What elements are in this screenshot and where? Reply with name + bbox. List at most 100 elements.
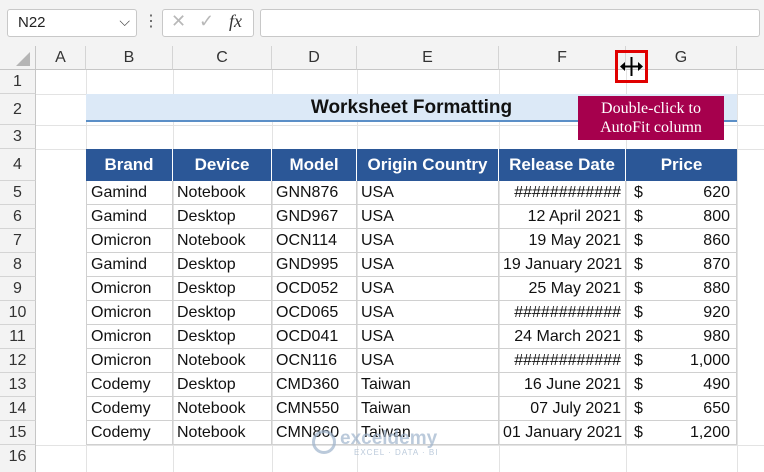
table-cell-date[interactable]: 01 January 2021 bbox=[499, 421, 626, 445]
row-header[interactable]: 12 bbox=[0, 349, 36, 373]
table-cell-model[interactable]: GND967 bbox=[272, 205, 357, 229]
row-header[interactable]: 5 bbox=[0, 181, 36, 205]
table-header-brand[interactable]: Brand bbox=[86, 149, 173, 181]
table-cell-country[interactable]: USA bbox=[357, 349, 499, 373]
table-cell-model[interactable]: CMN550 bbox=[272, 397, 357, 421]
row-header[interactable]: 4 bbox=[0, 149, 36, 181]
table-cell-date[interactable]: ############ bbox=[499, 181, 626, 205]
table-cell-country[interactable]: USA bbox=[357, 301, 499, 325]
column-header-next[interactable] bbox=[737, 46, 764, 70]
table-cell-device[interactable]: Desktop bbox=[173, 205, 272, 229]
row-header[interactable]: 11 bbox=[0, 325, 36, 349]
table-cell-model[interactable]: GND995 bbox=[272, 253, 357, 277]
table-cell-country[interactable]: Taiwan bbox=[357, 397, 499, 421]
table-cell-price[interactable]: $490 bbox=[626, 373, 737, 397]
row-header[interactable]: 6 bbox=[0, 205, 36, 229]
table-cell-price[interactable]: $620 bbox=[626, 181, 737, 205]
table-header-device[interactable]: Device bbox=[173, 149, 272, 181]
table-cell-device[interactable]: Desktop bbox=[173, 325, 272, 349]
table-cell-date[interactable]: 24 March 2021 bbox=[499, 325, 626, 349]
column-resize-cursor-icon[interactable] bbox=[619, 54, 644, 79]
cancel-icon[interactable]: ✕ bbox=[171, 11, 186, 32]
row-header[interactable]: 2 bbox=[0, 94, 36, 125]
table-cell-price[interactable]: $650 bbox=[626, 397, 737, 421]
insert-function-icon[interactable]: fx bbox=[229, 11, 242, 32]
column-header-c[interactable]: C bbox=[173, 46, 272, 70]
table-cell-device[interactable]: Notebook bbox=[173, 229, 272, 253]
row-header[interactable]: 13 bbox=[0, 373, 36, 397]
table-cell-model[interactable]: OCN116 bbox=[272, 349, 357, 373]
table-cell-date[interactable]: 19 January 2021 bbox=[499, 253, 626, 277]
table-cell-country[interactable]: USA bbox=[357, 229, 499, 253]
table-cell-brand[interactable]: Omicron bbox=[86, 277, 173, 301]
table-cell-date[interactable]: 07 July 2021 bbox=[499, 397, 626, 421]
table-cell-brand[interactable]: Gamind bbox=[86, 205, 173, 229]
table-header-price[interactable]: Price bbox=[626, 149, 737, 181]
table-cell-brand[interactable]: Gamind bbox=[86, 181, 173, 205]
table-cell-brand[interactable]: Codemy bbox=[86, 397, 173, 421]
row-header[interactable]: 10 bbox=[0, 301, 36, 325]
table-cell-country[interactable]: USA bbox=[357, 181, 499, 205]
table-cell-brand[interactable]: Omicron bbox=[86, 349, 173, 373]
table-cell-brand[interactable]: Codemy bbox=[86, 421, 173, 445]
table-header-release-date[interactable]: Release Date bbox=[499, 149, 626, 181]
table-cell-device[interactable]: Desktop bbox=[173, 253, 272, 277]
row-header[interactable]: 1 bbox=[0, 70, 36, 94]
table-cell-device[interactable]: Notebook bbox=[173, 349, 272, 373]
table-cell-brand[interactable]: Codemy bbox=[86, 373, 173, 397]
formula-input[interactable] bbox=[260, 9, 760, 37]
column-header-f[interactable]: F bbox=[499, 46, 626, 70]
table-cell-model[interactable]: OCD041 bbox=[272, 325, 357, 349]
row-header[interactable]: 9 bbox=[0, 277, 36, 301]
chevron-down-icon[interactable]: ⌵ bbox=[119, 13, 130, 30]
table-cell-date[interactable]: 25 May 2021 bbox=[499, 277, 626, 301]
table-cell-device[interactable]: Desktop bbox=[173, 301, 272, 325]
table-cell-device[interactable]: Notebook bbox=[173, 421, 272, 445]
table-cell-date[interactable]: ############ bbox=[499, 349, 626, 373]
row-header[interactable]: 3 bbox=[0, 125, 36, 149]
column-header-b[interactable]: B bbox=[86, 46, 173, 70]
table-cell-price[interactable]: $1,200 bbox=[626, 421, 737, 445]
table-header-model[interactable]: Model bbox=[272, 149, 357, 181]
table-cell-price[interactable]: $860 bbox=[626, 229, 737, 253]
select-all-corner[interactable] bbox=[0, 46, 36, 70]
table-cell-price[interactable]: $980 bbox=[626, 325, 737, 349]
table-cell-model[interactable]: OCD052 bbox=[272, 277, 357, 301]
name-box[interactable]: N22 ⌵ bbox=[7, 9, 137, 37]
table-cell-model[interactable]: CMD360 bbox=[272, 373, 357, 397]
table-cell-date[interactable]: 12 April 2021 bbox=[499, 205, 626, 229]
row-header[interactable]: 7 bbox=[0, 229, 36, 253]
table-header-origin-country[interactable]: Origin Country bbox=[357, 149, 499, 181]
table-cell-date[interactable]: ############ bbox=[499, 301, 626, 325]
row-header[interactable]: 8 bbox=[0, 253, 36, 277]
enter-icon[interactable]: ✓ bbox=[199, 11, 214, 32]
table-cell-model[interactable]: GNN876 bbox=[272, 181, 357, 205]
column-header-d[interactable]: D bbox=[272, 46, 357, 70]
table-cell-country[interactable]: USA bbox=[357, 277, 499, 301]
table-cell-device[interactable]: Notebook bbox=[173, 397, 272, 421]
table-cell-model[interactable]: OCN114 bbox=[272, 229, 357, 253]
table-cell-price[interactable]: $880 bbox=[626, 277, 737, 301]
table-cell-brand[interactable]: Omicron bbox=[86, 325, 173, 349]
table-cell-country[interactable]: USA bbox=[357, 325, 499, 349]
table-cell-brand[interactable]: Gamind bbox=[86, 253, 173, 277]
table-cell-price[interactable]: $800 bbox=[626, 205, 737, 229]
table-cell-price[interactable]: $870 bbox=[626, 253, 737, 277]
table-cell-country[interactable]: USA bbox=[357, 205, 499, 229]
column-header-a[interactable]: A bbox=[36, 46, 86, 70]
row-header[interactable]: 14 bbox=[0, 397, 36, 421]
table-cell-price[interactable]: $1,000 bbox=[626, 349, 737, 373]
table-cell-country[interactable]: USA bbox=[357, 253, 499, 277]
row-header[interactable]: 15 bbox=[0, 421, 36, 445]
table-cell-device[interactable]: Notebook bbox=[173, 181, 272, 205]
table-cell-country[interactable]: Taiwan bbox=[357, 373, 499, 397]
table-cell-date[interactable]: 19 May 2021 bbox=[499, 229, 626, 253]
row-header[interactable]: 16 bbox=[0, 445, 36, 472]
table-cell-brand[interactable]: Omicron bbox=[86, 301, 173, 325]
table-cell-device[interactable]: Desktop bbox=[173, 277, 272, 301]
more-options-icon[interactable]: ⋮ bbox=[143, 12, 159, 32]
column-header-e[interactable]: E bbox=[357, 46, 499, 70]
table-cell-model[interactable]: OCD065 bbox=[272, 301, 357, 325]
table-cell-date[interactable]: 16 June 2021 bbox=[499, 373, 626, 397]
table-cell-brand[interactable]: Omicron bbox=[86, 229, 173, 253]
